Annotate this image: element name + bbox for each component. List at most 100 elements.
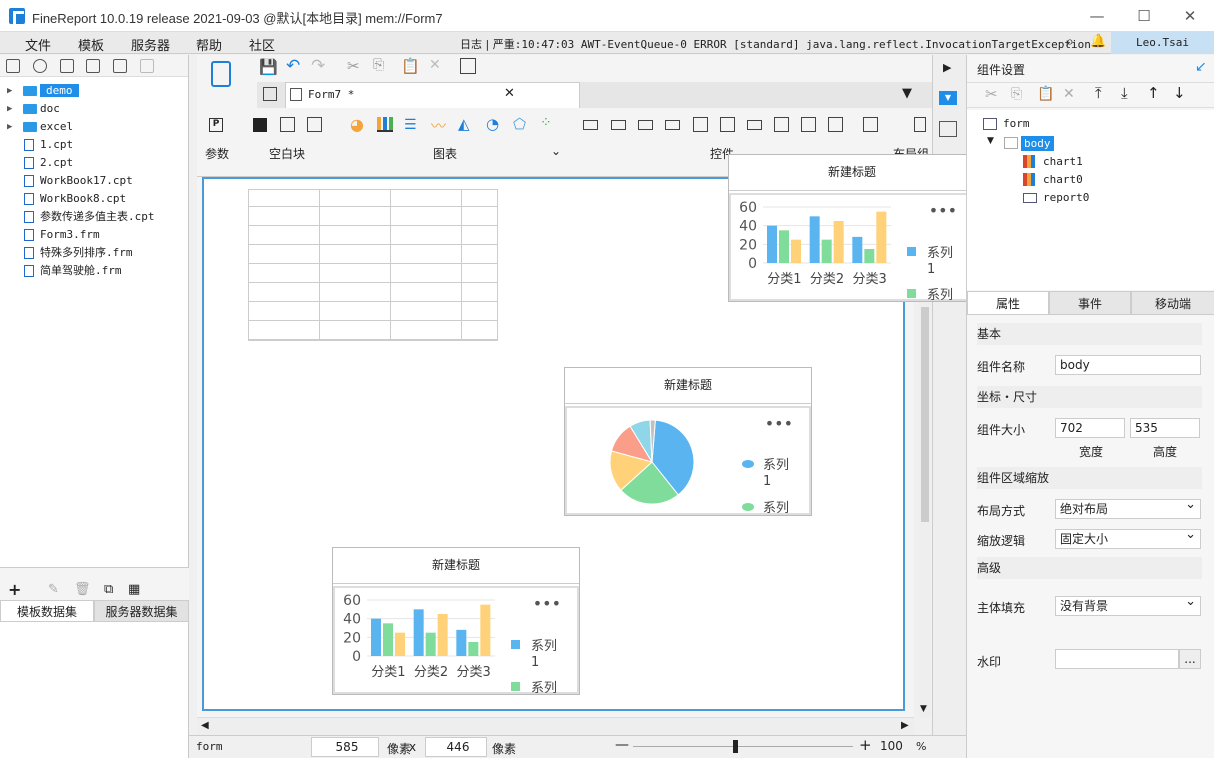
tab-mobile[interactable]: 移动端 — [1131, 291, 1214, 315]
watermark-input[interactable] — [1055, 649, 1179, 669]
panel-splitter[interactable] — [0, 567, 189, 579]
search-widget-icon[interactable] — [863, 117, 878, 132]
trash-icon[interactable]: 🗑 — [74, 582, 91, 597]
grid-icon[interactable] — [263, 87, 277, 101]
width-input[interactable]: 702 — [1055, 418, 1125, 438]
menu-community[interactable]: 社区 — [249, 35, 275, 54]
chart-widget-chart0[interactable]: 新建标题 系列 1 系列 ••• — [564, 367, 812, 516]
cut-icon[interactable]: ✂ — [347, 57, 360, 75]
layout-widget-icon[interactable] — [914, 117, 926, 132]
undo-icon[interactable]: ↶ — [286, 56, 300, 76]
line-chart-icon[interactable]: 〰 — [431, 115, 446, 136]
locate-icon[interactable] — [59, 59, 74, 73]
refresh-icon[interactable] — [32, 59, 47, 73]
checkbox-widget-icon[interactable] — [801, 117, 816, 132]
save-icon[interactable]: 💾 — [259, 58, 278, 76]
bar-chart-icon[interactable] — [377, 117, 393, 132]
zoom-value[interactable]: 100 — [876, 737, 912, 757]
bell-icon[interactable]: 🔔 — [1090, 34, 1106, 49]
report-block[interactable] — [248, 189, 498, 341]
copy-icon[interactable] — [140, 59, 155, 73]
chart-widget-chart2[interactable]: 新建标题 60 40 20 0 分类1 分类2 分类3 系列 1 系列 ••• — [332, 547, 580, 696]
preview-tool-icon[interactable] — [460, 58, 476, 74]
more-icon[interactable]: ••• — [765, 414, 793, 433]
list-widget-icon[interactable] — [693, 117, 708, 132]
copy-widget-icon[interactable]: ⎘ — [1011, 86, 1022, 102]
watermark-browse-button[interactable]: ... — [1179, 649, 1201, 669]
param-widget-icon[interactable]: P — [209, 118, 223, 132]
tree-node-report0[interactable]: report0 — [1043, 191, 1089, 204]
component-settings-icon[interactable]: ▼ — [939, 91, 957, 105]
menu-template[interactable]: 模板 — [78, 35, 104, 54]
tree-item[interactable]: ▶ demo — [0, 82, 188, 100]
combo-widget-icon[interactable] — [665, 120, 680, 130]
height-input[interactable]: 535 — [1130, 418, 1200, 438]
menu-file[interactable]: 文件 — [25, 35, 51, 54]
close-icon[interactable]: ✕ — [1178, 5, 1202, 27]
component-name-input[interactable]: body — [1055, 355, 1201, 375]
scroll-left-icon[interactable]: ◀ — [201, 720, 209, 731]
hbar-chart-icon[interactable]: ☰ — [404, 117, 417, 133]
tree-item[interactable]: WorkBook17.cpt — [0, 172, 188, 190]
expand-arrow-icon[interactable]: ▶ — [7, 82, 12, 100]
more-icon[interactable]: ••• — [929, 201, 957, 220]
new-folder-icon[interactable] — [6, 59, 20, 73]
delete-tool-icon[interactable]: ✕ — [429, 57, 441, 73]
settings-icon[interactable] — [86, 59, 101, 73]
section-coord[interactable]: 坐标・尺寸 — [977, 386, 1202, 408]
textarea-widget-icon[interactable] — [774, 117, 789, 132]
table-block-icon[interactable] — [307, 117, 322, 132]
y-position-field[interactable]: 446 — [425, 737, 487, 757]
log-bar[interactable]: 日志 | 严重:10:47:03 AWT-EventQueue-0 ERROR … — [460, 36, 1091, 52]
horizontal-scrollbar[interactable]: ◀ ▶ — [197, 717, 914, 735]
tree-node-form[interactable]: form — [1003, 117, 1030, 130]
menu-help[interactable]: 帮助 — [196, 35, 222, 54]
zoom-in-icon[interactable]: + — [859, 736, 872, 754]
tab-properties[interactable]: 属性 — [967, 291, 1049, 315]
collapse-right-icon[interactable]: ▶ — [943, 61, 951, 74]
scatter-chart-icon[interactable]: ⁘ — [540, 115, 552, 131]
expand-arrow-icon[interactable]: ▶ — [7, 118, 12, 136]
gauge-chart-icon[interactable]: ◔ — [486, 115, 499, 133]
button-widget-icon[interactable] — [638, 120, 653, 130]
user-name[interactable]: Leo.Tsai — [1111, 32, 1214, 54]
tab-form7[interactable]: Form7 * ✕ — [285, 82, 580, 108]
search-icon[interactable]: ⌕ — [1066, 34, 1074, 50]
date-widget-icon[interactable] — [720, 117, 735, 132]
blank-block-icon[interactable] — [253, 118, 267, 132]
scroll-down-icon[interactable]: ▼ — [920, 704, 927, 714]
section-zoom[interactable]: 组件区域缩放 — [977, 467, 1202, 489]
zoom-slider[interactable] — [633, 746, 853, 747]
preview-icon[interactable]: ⧉ — [104, 582, 113, 597]
edit-icon[interactable]: ✎ — [48, 582, 59, 597]
more-icon[interactable]: ••• — [533, 594, 561, 613]
chart-group-expand-icon[interactable]: ⌄ — [551, 144, 561, 158]
section-basic[interactable]: 基本 — [977, 323, 1202, 345]
delete-icon[interactable] — [113, 59, 128, 73]
area-chart-icon[interactable]: ◭ — [458, 115, 470, 133]
delete-widget-icon[interactable]: ✕ — [1063, 86, 1075, 102]
scroll-right-icon[interactable]: ▶ — [901, 720, 909, 731]
section-advanced[interactable]: 高级 — [977, 557, 1202, 579]
tree-item[interactable]: 特殊多列排序.frm — [0, 244, 188, 262]
add-dataset-icon[interactable]: + — [8, 580, 21, 599]
menu-server[interactable]: 服务器 — [131, 35, 170, 54]
tree-node-chart0[interactable]: chart0 — [1043, 173, 1083, 186]
expand-icon[interactable]: ▼ — [987, 136, 994, 146]
tree-item[interactable]: ▶ excel — [0, 118, 188, 136]
tree-item[interactable]: WorkBook8.cpt — [0, 190, 188, 208]
tab-server-dataset[interactable]: 服务器数据集 — [94, 600, 189, 622]
radar-chart-icon[interactable]: ⬠ — [513, 115, 526, 133]
tree-node-body[interactable]: body — [1021, 136, 1054, 151]
label-widget-icon[interactable] — [611, 120, 626, 130]
textbox-widget-icon[interactable] — [583, 120, 598, 130]
tab-list-icon[interactable]: ▼ — [902, 86, 912, 101]
scale-select[interactable]: 固定大小 — [1055, 526, 1201, 549]
tree-item[interactable]: Form3.frm — [0, 226, 188, 244]
dataset-icon[interactable]: ▦ — [128, 582, 140, 597]
minimize-icon[interactable]: — — [1085, 5, 1109, 27]
tab-template-dataset[interactable]: 模板数据集 — [0, 600, 94, 622]
tree-item[interactable]: 2.cpt — [0, 154, 188, 172]
chart-widget-chart1[interactable]: 新建标题 60 40 20 0 分类1 分类2 分类3 系列 1 系列 ••• — [728, 154, 976, 303]
widget-library-icon[interactable] — [211, 61, 231, 87]
